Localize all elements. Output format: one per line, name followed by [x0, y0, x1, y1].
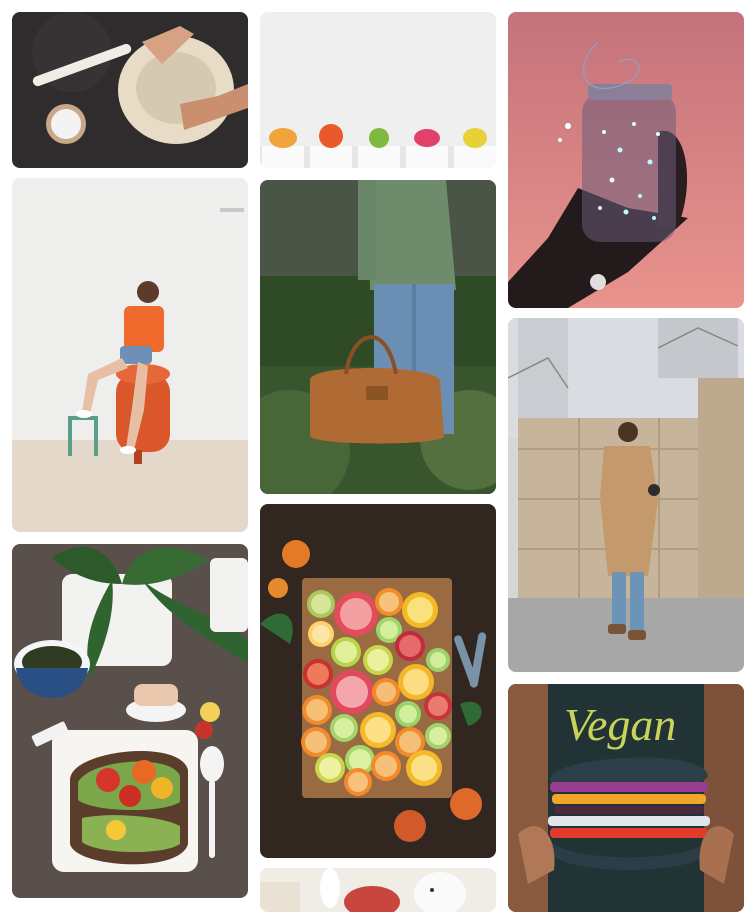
avocado-toast-photo [12, 544, 248, 898]
dough-photo [12, 12, 248, 168]
gallery-item-camel-coat[interactable]: Man in camel coat walking past a stone w… [508, 318, 744, 672]
cacti-photo [260, 12, 496, 168]
gallery-item-duffel-bag[interactable]: Man in green shirt carrying a leather du… [260, 180, 496, 494]
gallery-item-dough[interactable]: Hands kneading dough with a rolling pin … [12, 12, 248, 168]
gallery-item-orange-shirt[interactable]: Person in orange t-shirt sitting on a re… [12, 178, 248, 532]
vegan-sandwich-photo: Vegan [508, 684, 744, 912]
gallery-item-vegan-sandwich[interactable]: Hands holding a colorful vegan sandwich … [508, 684, 744, 912]
bunny-toys-photo [260, 868, 496, 912]
gallery-item-avocado-toast[interactable]: Avocado toast with tomatoes, plant and t… [12, 544, 248, 898]
gallery-item-citrus[interactable]: Sliced citrus fruits arranged on a woode… [260, 504, 496, 858]
gallery-item-fairy-lights[interactable]: Hand holding a mason jar filled with fai… [508, 12, 744, 308]
gallery-item-cacti[interactable]: Row of five small potted cacti on a whit… [260, 12, 496, 168]
citrus-photo [260, 504, 496, 858]
gallery-item-bunny-toys[interactable]: Stuffed bunny toys on a light shelf [260, 868, 496, 912]
vegan-shirt-text: Vegan [564, 699, 676, 750]
orange-shirt-photo [12, 178, 248, 532]
fairy-lights-photo [508, 12, 744, 308]
camel-coat-photo [508, 318, 744, 672]
duffel-bag-photo [260, 180, 496, 494]
